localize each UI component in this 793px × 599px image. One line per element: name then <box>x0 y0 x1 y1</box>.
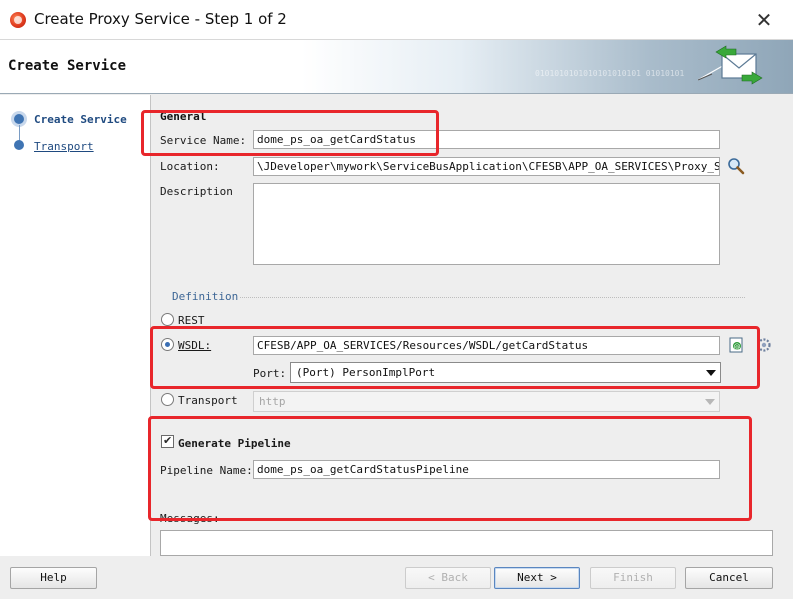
wsdl-label[interactable]: WSDL: <box>178 339 211 352</box>
window-title: Create Proxy Service - Step 1 of 2 <box>34 10 287 28</box>
transport-radio[interactable] <box>161 393 174 406</box>
pipeline-name-label: Pipeline Name: <box>160 464 253 477</box>
transport-label[interactable]: Transport <box>178 394 238 407</box>
port-select[interactable]: (Port) PersonImplPort <box>290 362 721 383</box>
wizard-steps-sidebar: Create Service Transport <box>0 95 151 556</box>
banner-title: Create Service <box>8 58 127 74</box>
cancel-button[interactable]: Cancel <box>685 567 773 589</box>
banner-graphic: 0101010101010101010101 01010101 <box>535 45 763 85</box>
location-label: Location: <box>160 160 220 173</box>
port-label: Port: <box>253 367 287 380</box>
window-titlebar: Create Proxy Service - Step 1 of 2 ✕ <box>0 0 793 40</box>
generate-pipeline-label[interactable]: Generate Pipeline <box>178 437 291 450</box>
messages-label: Messages: <box>160 512 220 525</box>
wizard-banner: Create Service 0101010101010101010101 01… <box>0 40 793 94</box>
general-section-title: General <box>160 110 207 123</box>
wsdl-input[interactable]: CFESB/APP_OA_SERVICES/Resources/WSDL/get… <box>253 336 720 355</box>
app-logo-icon <box>10 12 26 28</box>
close-icon[interactable]: ✕ <box>748 6 780 34</box>
help-button[interactable]: Help <box>10 567 97 589</box>
transport-select-value: http <box>259 395 286 408</box>
pipeline-name-input[interactable]: dome_ps_oa_getCardStatusPipeline <box>253 460 720 479</box>
chevron-down-icon <box>706 370 716 376</box>
rest-radio[interactable] <box>161 313 174 326</box>
banner-binary-text: 0101010101010101010101 01010101 <box>535 69 684 78</box>
gear-icon[interactable] <box>756 337 772 353</box>
definition-divider <box>240 297 745 298</box>
transport-select[interactable]: http <box>253 391 720 412</box>
back-button[interactable]: < Back <box>405 567 491 589</box>
finish-button[interactable]: Finish <box>590 567 676 589</box>
browse-wsdl-icon[interactable]: @ <box>728 336 746 354</box>
description-label: Description <box>160 185 233 198</box>
step-indicator-icon <box>14 114 24 124</box>
search-icon[interactable] <box>727 157 745 175</box>
sidebar-step-create-service[interactable]: Create Service <box>34 113 127 126</box>
generate-pipeline-checkbox[interactable]: ✔ <box>161 434 174 448</box>
chevron-down-icon <box>705 399 715 405</box>
service-name-input[interactable]: dome_ps_oa_getCardStatus <box>253 130 720 149</box>
wsdl-radio[interactable] <box>161 338 174 351</box>
service-name-label: Service Name: <box>160 134 247 147</box>
port-select-value: (Port) PersonImplPort <box>296 366 436 379</box>
messages-box <box>160 530 773 556</box>
sidebar-step-transport[interactable]: Transport <box>34 140 94 153</box>
location-input[interactable]: \JDeveloper\mywork\ServiceBusApplication… <box>253 157 720 176</box>
next-button[interactable]: Next > <box>494 567 580 589</box>
description-textarea[interactable] <box>253 183 720 265</box>
rest-label[interactable]: REST <box>178 314 205 327</box>
definition-section-title: Definition <box>172 290 239 303</box>
svg-text:@: @ <box>734 343 741 351</box>
step-indicator-icon <box>14 140 24 150</box>
envelope-exchange-icon <box>697 45 763 85</box>
checkmark-icon: ✔ <box>163 434 173 447</box>
